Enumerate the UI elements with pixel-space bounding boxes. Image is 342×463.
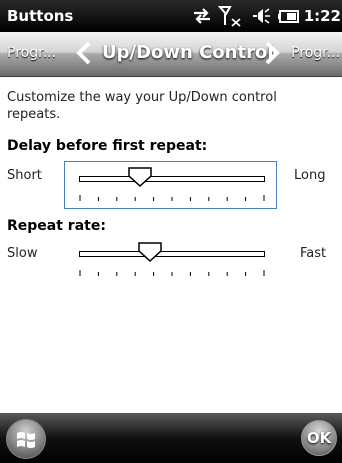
- tab-up-down-control[interactable]: Up/Down Control: [102, 42, 274, 63]
- intro-text: Customize the way your Up/Down control r…: [7, 90, 277, 122]
- chevron-right-icon[interactable]: [260, 41, 284, 65]
- delay-slider[interactable]: [64, 161, 277, 209]
- volume-icon[interactable]: [250, 4, 274, 28]
- delay-label: Delay before first repeat:: [7, 138, 208, 154]
- status-time[interactable]: 1:22: [304, 7, 341, 25]
- ok-button[interactable]: OK: [301, 420, 337, 456]
- repeat-rate-label: Repeat rate:: [7, 218, 106, 234]
- battery-icon[interactable]: [277, 4, 301, 28]
- tab-previous[interactable]: Progr...: [7, 45, 56, 61]
- chevron-left-icon[interactable]: [72, 41, 96, 65]
- signal-icon[interactable]: [218, 4, 244, 28]
- rate-slider-ticks: [79, 270, 265, 276]
- status-bar: Buttons 1:22: [0, 0, 342, 32]
- rate-slider-track: [79, 251, 265, 257]
- status-title: Buttons: [7, 7, 74, 25]
- delay-slider-ticks: [79, 195, 265, 201]
- rate-min-label: Slow: [7, 246, 38, 261]
- rate-max-label: Fast: [300, 246, 327, 261]
- delay-slider-thumb[interactable]: [128, 167, 153, 187]
- connectivity-icon[interactable]: [190, 4, 214, 28]
- delay-min-label: Short: [7, 168, 42, 183]
- delay-max-label: Long: [294, 168, 326, 183]
- tab-bar: Progr... Up/Down Control Progr...: [0, 32, 342, 77]
- tab-next[interactable]: Progr...: [291, 45, 340, 61]
- delay-slider-track: [79, 176, 265, 182]
- bottom-bar: OK: [0, 413, 342, 463]
- windows-flag-icon: [17, 432, 35, 448]
- start-button[interactable]: [6, 419, 46, 459]
- rate-slider[interactable]: [65, 237, 276, 277]
- content-area: Customize the way your Up/Down control r…: [0, 77, 342, 413]
- rate-slider-thumb[interactable]: [137, 242, 162, 262]
